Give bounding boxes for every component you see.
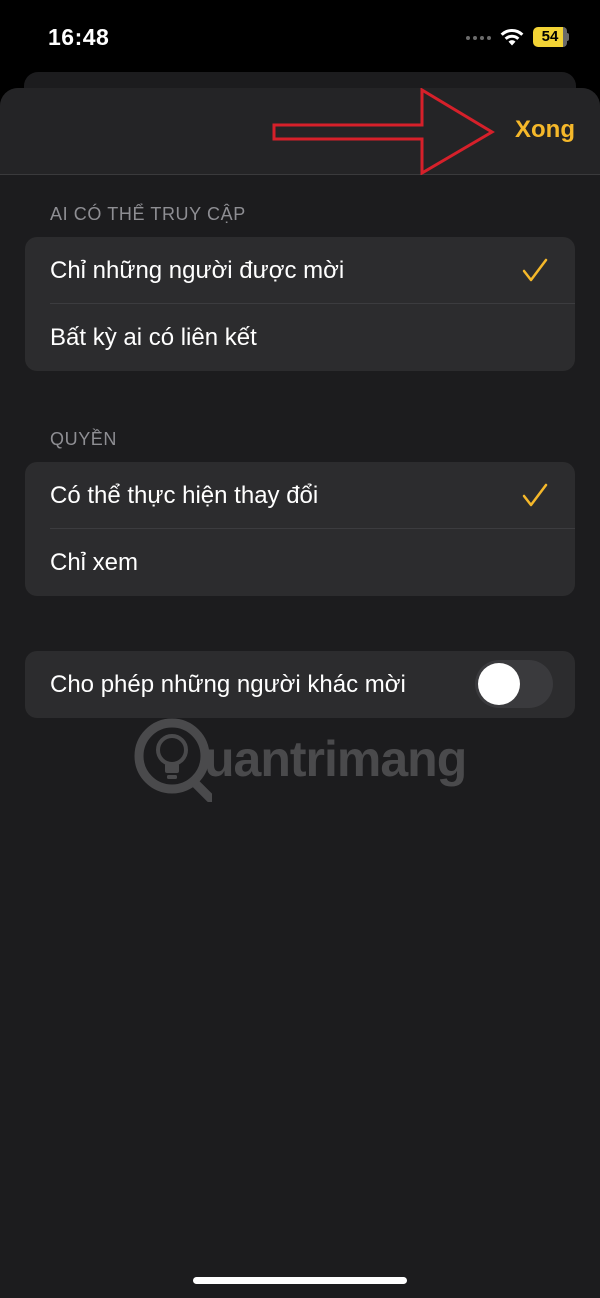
allow-invite-row: Cho phép những người khác mời — [25, 651, 575, 718]
access-section-header: AI CÓ THỂ TRUY CẬP — [50, 204, 246, 224]
permission-option-can-make-changes[interactable]: Có thể thực hiện thay đổi — [25, 462, 575, 529]
option-label: Có thể thực hiện thay đổi — [50, 482, 319, 509]
share-options-sheet: Xong AI CÓ THỂ TRUY CẬP Chỉ những người … — [0, 88, 600, 1298]
arrow-annotation — [272, 88, 495, 175]
access-option-anyone-with-link[interactable]: Bất kỳ ai có liên kết — [25, 304, 575, 371]
toggle-knob — [478, 663, 520, 705]
allow-invite-label: Cho phép những người khác mời — [50, 671, 406, 698]
lightbulb-logo-icon — [134, 718, 212, 802]
allow-invite-toggle[interactable] — [475, 660, 553, 708]
access-options-group: Chỉ những người được mời Bất kỳ ai có li… — [25, 237, 575, 371]
battery-icon: 54 — [533, 27, 569, 47]
allow-invite-group: Cho phép những người khác mời — [25, 651, 575, 718]
permissions-options-group: Có thể thực hiện thay đổi Chỉ xem — [25, 462, 575, 596]
battery-level: 54 — [541, 28, 559, 45]
option-label: Chỉ những người được mời — [50, 257, 345, 284]
option-label: Chỉ xem — [50, 549, 139, 576]
done-button[interactable]: Xong — [515, 116, 575, 144]
permission-option-view-only[interactable]: Chỉ xem — [25, 529, 575, 596]
checkmark-icon — [522, 483, 548, 507]
status-bar: 16:48 54 — [0, 0, 600, 76]
permissions-section-header: QUYỀN — [50, 429, 118, 449]
access-option-invited-only[interactable]: Chỉ những người được mời — [25, 237, 575, 304]
status-time: 16:48 — [48, 24, 110, 50]
checkmark-icon — [522, 258, 548, 282]
option-label: Bất kỳ ai có liên kết — [50, 324, 257, 351]
watermark-logo: uantrimang — [132, 712, 492, 802]
home-indicator — [193, 1277, 407, 1284]
wifi-icon — [500, 28, 524, 46]
sheet-nav-bar: Xong — [0, 88, 600, 175]
watermark-text: uantrimang — [204, 731, 467, 787]
cellular-signal-icon — [466, 36, 492, 44]
